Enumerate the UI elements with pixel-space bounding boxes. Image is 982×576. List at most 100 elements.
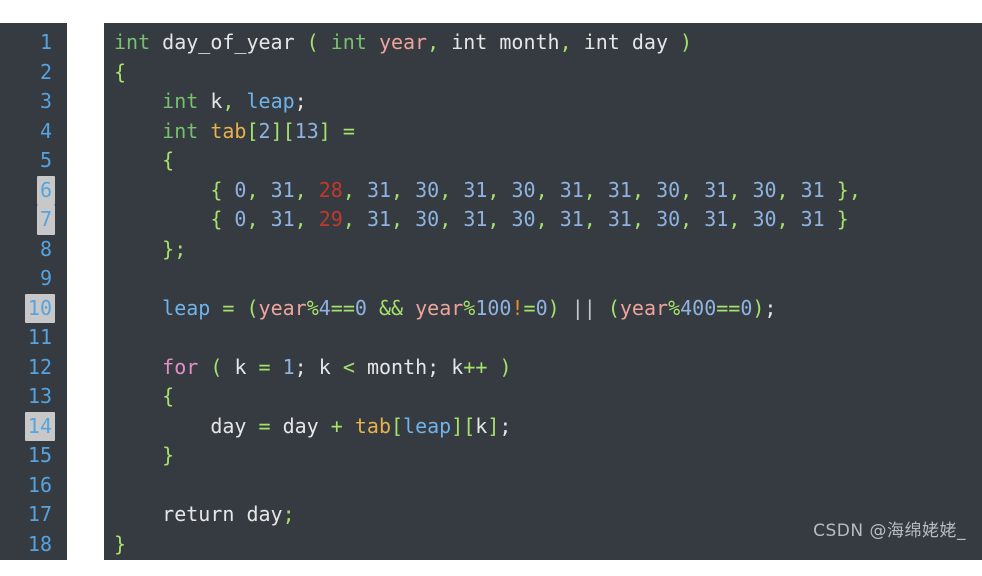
token-paren-close: ) <box>547 295 560 320</box>
token-semicolon: ; <box>427 354 440 379</box>
token-number: 0 <box>740 295 753 320</box>
token-number: 0 <box>535 295 548 320</box>
token-number: 13 <box>294 118 319 143</box>
token-var-year: year <box>415 295 464 320</box>
token-modulo: % <box>306 295 319 320</box>
token-increment: ++ <box>463 354 488 379</box>
token-param-year: year <box>378 30 428 54</box>
token-number: 31 <box>463 207 488 231</box>
token-modulo: % <box>463 295 476 320</box>
code-line-6: { 0, 31, 28, 31, 30, 31, 30, 31, 31, 30,… <box>114 176 982 206</box>
token-number: 0 <box>234 177 247 202</box>
code-line-2: { <box>114 58 982 88</box>
line-number: 5 <box>39 148 52 172</box>
code-block: 1 2 3 4 5 6 7 8 9 10 11 12 13 14 15 16 1… <box>0 23 982 560</box>
token-var-day: day <box>282 413 319 438</box>
token-paren-close: ) <box>680 30 693 54</box>
code-line-17: return day; <box>114 500 982 530</box>
token-semicolon: ; <box>174 236 187 261</box>
token-number: 30 <box>656 177 681 202</box>
token-number: 1 <box>282 354 295 379</box>
token-number: 31 <box>704 177 729 202</box>
code-line-14: day = day + tab[leap][k]; <box>114 412 982 442</box>
token-param-day: day <box>631 30 668 54</box>
token-array-tab: tab <box>210 118 247 143</box>
token-number: 31 <box>559 207 584 231</box>
line-number: 12 <box>27 354 52 379</box>
token-var-day: day <box>246 502 283 526</box>
token-number: 31 <box>559 177 584 202</box>
token-number: 31 <box>800 207 825 231</box>
line-number-highlighted: 14 <box>0 411 67 441</box>
token-number: 4 <box>318 295 331 320</box>
token-comma: , <box>559 30 572 54</box>
token-number: 30 <box>415 177 440 202</box>
token-number: 400 <box>680 295 717 320</box>
token-number-highlighted: 28 <box>318 177 343 202</box>
token-assign: = <box>342 118 355 143</box>
token-number: 31 <box>366 207 392 231</box>
token-number: 31 <box>270 177 295 202</box>
token-type-int: int <box>330 30 367 54</box>
token-number: 0 <box>234 207 247 231</box>
token-var-leap: leap <box>403 413 452 438</box>
token-var-k: k <box>475 413 488 438</box>
token-paren-close: ) <box>752 295 765 320</box>
token-number: 31 <box>463 177 488 202</box>
token-paren-open: ( <box>306 30 319 54</box>
token-bracket-open: [ <box>390 413 404 438</box>
token-number: 30 <box>415 207 440 231</box>
token-not-operator: ! <box>511 295 524 320</box>
token-assign: = <box>222 295 235 320</box>
gutter-spacer <box>67 23 104 560</box>
token-assign: = <box>523 295 536 320</box>
code-text-area[interactable]: int day_of_year ( int year, int month, i… <box>104 23 982 560</box>
token-number: 30 <box>656 207 681 231</box>
token-var-k: k <box>451 354 464 379</box>
token-number: 100 <box>475 295 512 320</box>
token-brace-close: } <box>162 236 175 261</box>
token-comma: , <box>222 89 235 113</box>
token-var-month: month <box>366 354 428 379</box>
token-brace-open: { <box>210 207 223 231</box>
line-number: 11 <box>27 325 52 349</box>
token-plus: + <box>330 413 343 438</box>
token-modulo: % <box>668 295 681 320</box>
token-number: 31 <box>366 177 392 202</box>
token-var-leap: leap <box>162 295 211 320</box>
token-brace-open: { <box>114 59 127 84</box>
token-type-int: int <box>583 30 620 54</box>
token-var-k: k <box>210 89 223 113</box>
token-number: 31 <box>607 177 632 202</box>
token-keyword-for: for <box>162 354 199 379</box>
token-logical-and: && <box>378 295 404 320</box>
token-brace-close: } <box>836 177 849 202</box>
line-number: 2 <box>39 59 52 84</box>
token-var-year: year <box>619 295 669 320</box>
line-number: 4 <box>39 118 52 143</box>
token-array-tab: tab <box>354 413 391 438</box>
token-type-int: int <box>451 30 488 54</box>
token-logical-or: || <box>571 295 596 320</box>
token-var-day: day <box>210 413 247 438</box>
token-param-month: month <box>499 30 560 54</box>
code-line-4: int tab[2][13] = <box>114 117 982 147</box>
code-line-10: leap = (year%4==0 && year%100!=0) || (ye… <box>114 294 982 324</box>
token-comma: , <box>427 30 440 54</box>
code-line-3: int k, leap; <box>114 87 982 117</box>
token-number: 30 <box>511 177 536 202</box>
